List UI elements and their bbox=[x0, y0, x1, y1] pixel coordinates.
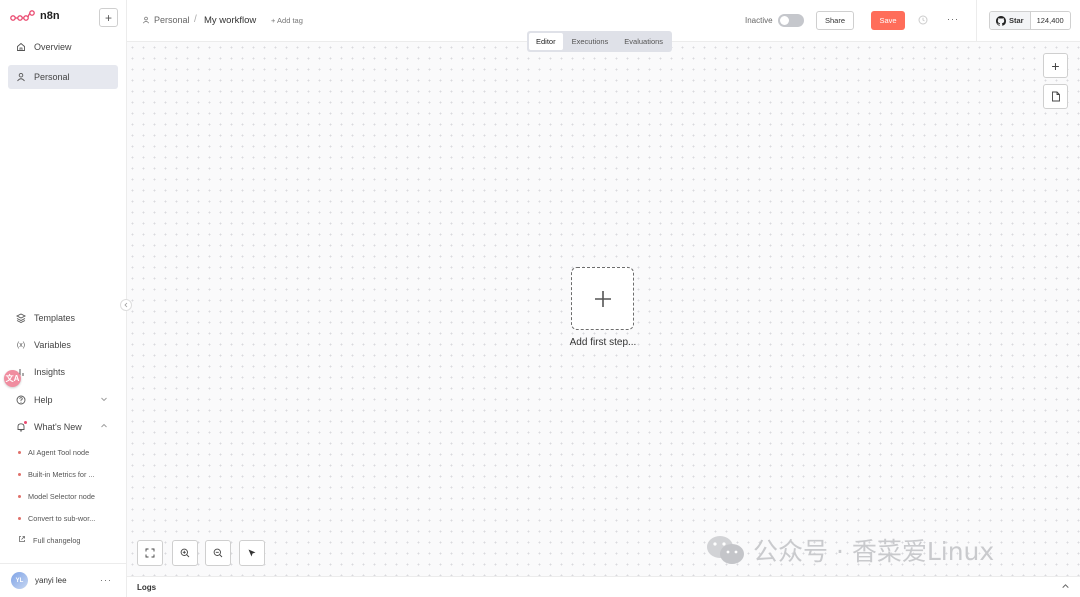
sidebar-item-whats-new[interactable]: What's New bbox=[8, 415, 118, 439]
history-icon[interactable] bbox=[917, 14, 929, 26]
sidebar-item-help[interactable]: Help bbox=[8, 388, 118, 412]
sidebar-item-personal[interactable]: Personal bbox=[8, 65, 118, 89]
zoom-in-icon bbox=[180, 548, 190, 558]
logs-panel[interactable]: Logs bbox=[127, 576, 1080, 597]
header-divider bbox=[976, 0, 977, 42]
tab-executions[interactable]: Executions bbox=[565, 33, 616, 50]
zoom-to-fit-button[interactable] bbox=[137, 540, 163, 566]
add-tag-button[interactable]: + Add tag bbox=[271, 16, 303, 25]
add-sticky-note-button[interactable] bbox=[1043, 84, 1068, 109]
watermark-text: 公众号 · 香菜爱Linux bbox=[753, 537, 995, 566]
breadcrumb-project[interactable]: Personal bbox=[142, 15, 190, 25]
zoom-out-button[interactable] bbox=[205, 540, 231, 566]
unread-dot bbox=[18, 516, 21, 520]
sidebar-item-label: Insights bbox=[34, 367, 66, 377]
bell-icon bbox=[16, 421, 27, 432]
sidebar-item-label: Templates bbox=[34, 313, 76, 323]
whats-new-item[interactable]: Convert to sub-wor... bbox=[18, 511, 113, 525]
n8n-logo-icon bbox=[10, 10, 35, 21]
user-more-button[interactable]: ··· bbox=[100, 575, 112, 585]
unread-dot bbox=[18, 472, 21, 476]
sidebar: n8n + Overview Personal Templates (x) Va… bbox=[0, 0, 127, 597]
whats-new-item[interactable]: AI Agent Tool node bbox=[18, 445, 113, 459]
translate-extension-badge[interactable]: 文A bbox=[4, 370, 21, 387]
help-icon bbox=[16, 395, 26, 405]
unread-dot bbox=[18, 450, 21, 454]
zoom-out-icon bbox=[213, 548, 223, 558]
add-first-step-button[interactable] bbox=[571, 267, 634, 330]
wechat-icon bbox=[707, 536, 744, 564]
tab-editor[interactable]: Editor bbox=[529, 33, 563, 50]
sidebar-item-label: What's New bbox=[34, 422, 82, 432]
zoom-in-button[interactable] bbox=[172, 540, 198, 566]
whats-new-item-label: Convert to sub-wor... bbox=[28, 513, 96, 523]
github-star-button[interactable]: Star 124,400 bbox=[989, 11, 1071, 30]
sidebar-item-label: Variables bbox=[34, 340, 71, 350]
tab-evaluations[interactable]: Evaluations bbox=[617, 33, 670, 50]
pointer-icon bbox=[248, 549, 256, 557]
sidebar-item-label: Overview bbox=[34, 42, 72, 52]
plus-icon bbox=[594, 290, 611, 307]
sidebar-item-templates[interactable]: Templates bbox=[8, 306, 118, 330]
select-tool-button[interactable] bbox=[239, 540, 265, 566]
sidebar-item-insights[interactable]: Insights bbox=[8, 360, 118, 384]
view-tabs: Editor Executions Evaluations bbox=[527, 31, 673, 52]
workflow-canvas[interactable]: + Add first step... 公众号 · 香菜爱Linux bbox=[127, 42, 1080, 576]
save-button[interactable]: Save bbox=[871, 11, 905, 30]
notification-dot bbox=[24, 421, 27, 424]
breadcrumb-separator: / bbox=[194, 14, 197, 25]
unread-dot bbox=[18, 494, 21, 498]
sidebar-item-variables[interactable]: (x) Variables bbox=[8, 333, 118, 357]
variables-icon: (x) bbox=[16, 341, 26, 349]
chevron-left-icon bbox=[124, 302, 128, 308]
workflow-status-label: Inactive bbox=[745, 16, 773, 25]
sticky-note-icon bbox=[1051, 91, 1060, 102]
external-link-icon bbox=[18, 535, 26, 545]
sidebar-item-overview[interactable]: Overview bbox=[8, 35, 118, 59]
user-menu[interactable]: YL yanyi lee ··· bbox=[0, 563, 127, 597]
whats-new-item-label: Model Selector node bbox=[28, 491, 95, 501]
templates-icon bbox=[16, 313, 26, 323]
add-node-button[interactable]: + bbox=[1043, 53, 1068, 78]
user-name: yanyi lee bbox=[35, 576, 67, 585]
chevron-up-icon[interactable] bbox=[1061, 582, 1070, 593]
github-star-left: Star bbox=[990, 12, 1031, 29]
chevron-down-icon bbox=[100, 395, 108, 405]
github-star-count: 124,400 bbox=[1030, 12, 1070, 29]
wechat-watermark: 公众号 · 香菜爱Linux bbox=[705, 532, 994, 568]
activate-toggle[interactable] bbox=[778, 14, 804, 27]
user-icon bbox=[142, 16, 150, 24]
app-name: n8n bbox=[40, 10, 60, 22]
full-changelog-link[interactable]: Full changelog bbox=[18, 533, 113, 547]
user-icon bbox=[16, 72, 26, 82]
full-changelog-label: Full changelog bbox=[33, 535, 81, 545]
whats-new-item[interactable]: Model Selector node bbox=[18, 489, 113, 503]
add-first-step-label: Add first step... bbox=[569, 337, 637, 348]
home-icon bbox=[16, 42, 26, 52]
sidebar-item-label: Help bbox=[34, 395, 53, 405]
whats-new-item[interactable]: Built-in Metrics for ... bbox=[18, 467, 113, 481]
sidebar-item-label: Personal bbox=[34, 72, 70, 82]
collapse-sidebar-button[interactable] bbox=[120, 299, 132, 311]
github-icon bbox=[996, 15, 1006, 26]
create-new-button[interactable]: + bbox=[99, 8, 118, 27]
workflow-name[interactable]: My workflow bbox=[204, 15, 256, 26]
avatar: YL bbox=[11, 572, 28, 589]
logs-label: Logs bbox=[137, 583, 157, 592]
chevron-up-icon bbox=[100, 422, 108, 432]
fit-view-icon bbox=[145, 548, 155, 558]
share-button[interactable]: Share bbox=[816, 11, 854, 30]
n8n-logo[interactable]: n8n bbox=[10, 10, 60, 22]
breadcrumb-project-label: Personal bbox=[154, 15, 190, 25]
more-options-button[interactable]: ··· bbox=[947, 14, 959, 24]
whats-new-item-label: Built-in Metrics for ... bbox=[28, 469, 95, 479]
whats-new-item-label: AI Agent Tool node bbox=[28, 447, 90, 457]
github-star-label: Star bbox=[1009, 16, 1024, 25]
